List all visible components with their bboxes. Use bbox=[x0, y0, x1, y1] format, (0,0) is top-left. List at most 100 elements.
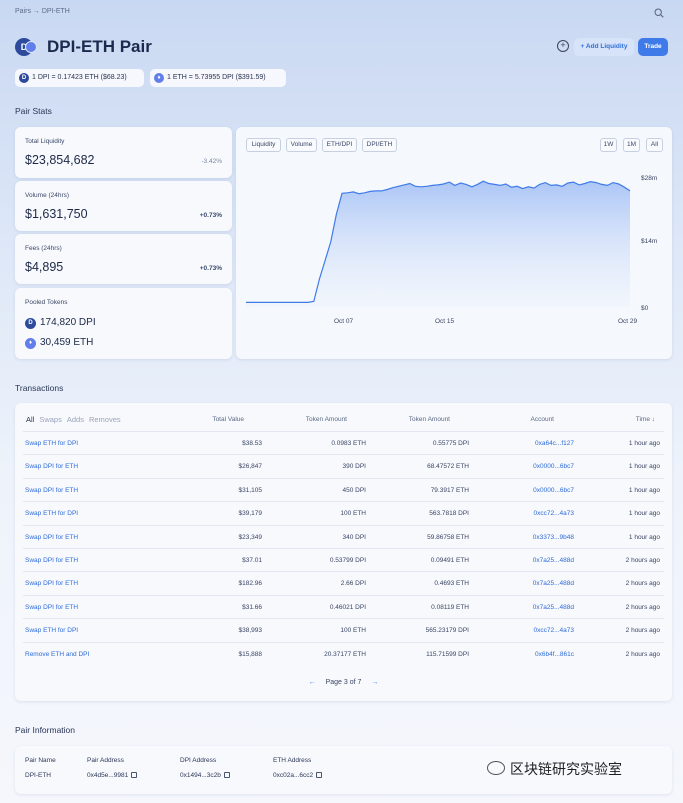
pair-info-heading: Pair Information bbox=[15, 725, 75, 735]
tx-account[interactable]: 0xcc72...4a73 bbox=[534, 627, 574, 634]
tx-time: 1 hour ago bbox=[628, 510, 660, 518]
page-indicator: Page 3 of 7 bbox=[325, 679, 362, 686]
tx-type[interactable]: Swap ETH for DPI bbox=[25, 440, 78, 447]
tx-token-amount-2: 115.71599 DPI bbox=[426, 650, 469, 658]
eth-icon: ♦ bbox=[25, 338, 36, 349]
tx-account[interactable]: 0x0000...6bc7 bbox=[533, 463, 574, 470]
tx-total-value: $23,349 bbox=[238, 533, 263, 541]
filter-adds[interactable]: Adds bbox=[67, 415, 84, 424]
header-account[interactable]: Account bbox=[531, 416, 555, 423]
tx-total-value: $38,993 bbox=[238, 627, 263, 635]
prev-page-arrow[interactable]: ← bbox=[309, 679, 316, 686]
tx-token-amount-2: 68.47572 ETH bbox=[427, 463, 469, 471]
table-row: Swap DPI for ETH $37.01 0.53799 DPI 0.09491… bbox=[23, 548, 664, 571]
tx-token-amount-1: 100 ETH bbox=[340, 510, 366, 518]
watermark: 区块链研究实验室 bbox=[487, 759, 622, 779]
tx-time: 1 hour ago bbox=[628, 486, 660, 494]
tx-token-amount-1: 0.0983 ETH bbox=[331, 440, 366, 447]
stat-label: Total Liquidity bbox=[25, 138, 65, 145]
tx-account[interactable]: 0x6b4f...861c bbox=[535, 651, 574, 658]
pooled-token-eth: ♦ 30,459 ETH bbox=[25, 337, 93, 349]
tx-account[interactable]: 0x0000...6bc7 bbox=[533, 487, 574, 494]
info-pair-address: Pair Address 0x4d5e...9981 bbox=[87, 757, 138, 779]
dpi-icon: D bbox=[25, 318, 36, 329]
tx-account[interactable]: 0xa64c...f127 bbox=[535, 440, 574, 447]
wechat-icon bbox=[487, 761, 505, 775]
tx-account[interactable]: 0x3373...9b48 bbox=[533, 534, 574, 541]
tx-account[interactable]: 0xcc72...4a73 bbox=[534, 510, 574, 517]
x-tick-label: Oct 07 bbox=[334, 318, 354, 325]
tx-type[interactable]: Swap DPI for ETH bbox=[25, 463, 78, 470]
table-row: Swap DPI for ETH $31,105 450 DPI 79.3917 ET… bbox=[23, 477, 664, 501]
header-total-value[interactable]: Total Value bbox=[212, 416, 244, 423]
tx-type[interactable]: Swap DPI for ETH bbox=[25, 487, 78, 494]
table-row: Swap ETH for DPI $39,179 100 ETH 563.7818 D… bbox=[23, 501, 664, 524]
tx-filters: All Swaps Adds Removes bbox=[26, 415, 126, 424]
tx-type[interactable]: Swap ETH for DPI bbox=[25, 510, 78, 517]
liquidity-chart-card: Liquidity Volume ETH/DPI DPI/ETH 1W 1M A… bbox=[236, 127, 672, 359]
tx-token-amount-2: 0.4693 ETH bbox=[434, 580, 469, 588]
info-dpi-address: DPI Address 0x1494...3c2b bbox=[180, 757, 230, 779]
transactions-heading: Transactions bbox=[15, 383, 64, 393]
dpi-icon: D bbox=[19, 73, 29, 83]
tx-token-amount-2: 0.09491 ETH bbox=[430, 557, 469, 564]
table-row: Swap DPI for ETH $23,349 340 DPI 59.86758 E… bbox=[23, 524, 664, 548]
copy-icon[interactable] bbox=[316, 772, 323, 779]
next-page-arrow[interactable]: → bbox=[371, 679, 378, 686]
tx-type[interactable]: Swap DPI for ETH bbox=[25, 557, 78, 564]
tx-token-amount-2: 79.3917 ETH bbox=[430, 486, 469, 494]
pair-stats-heading: Pair Stats bbox=[15, 106, 52, 116]
eth-rate-chip: ♦ 1 ETH = 5.73955 DPI ($391.59) bbox=[150, 69, 286, 87]
trade-button[interactable]: Trade bbox=[638, 38, 668, 56]
tx-type[interactable]: Swap DPI for ETH bbox=[25, 534, 78, 541]
header-token-amount-1[interactable]: Token Amount bbox=[306, 416, 347, 423]
copy-icon[interactable] bbox=[223, 772, 230, 779]
tx-total-value: $31,105 bbox=[238, 486, 263, 494]
filter-removes[interactable]: Removes bbox=[89, 415, 121, 424]
add-liquidity-button[interactable]: + Add Liquidity bbox=[574, 38, 634, 56]
plus-circle-icon[interactable]: + bbox=[557, 40, 569, 52]
tx-total-value: $26,847 bbox=[238, 463, 263, 471]
tx-account[interactable]: 0x7a25...488d bbox=[533, 557, 574, 564]
tx-token-amount-2: 0.08119 ETH bbox=[431, 603, 469, 611]
header-time[interactable]: Time ↓ bbox=[636, 416, 655, 423]
tx-type[interactable]: Swap ETH for DPI bbox=[25, 627, 78, 634]
tx-account[interactable]: 0x7a25...488d bbox=[533, 604, 574, 611]
stat-label: Volume (24hrs) bbox=[25, 192, 70, 199]
tx-account[interactable]: 0x7a25...488d bbox=[533, 580, 574, 587]
tx-total-value: $38.53 bbox=[242, 440, 262, 447]
tx-token-amount-1: 0.46021 DPI bbox=[329, 603, 366, 611]
header-token-amount-2[interactable]: Token Amount bbox=[409, 416, 450, 423]
eth-icon: ♦ bbox=[154, 73, 164, 83]
tx-token-amount-1: 2.66 DPI bbox=[340, 580, 366, 588]
tx-token-amount-2: 563.7818 DPI bbox=[429, 510, 469, 518]
tx-token-amount-1: 0.53799 DPI bbox=[329, 557, 366, 564]
tx-time: 1 hour ago bbox=[628, 533, 660, 541]
tx-token-amount-2: 565.23179 DPI bbox=[425, 627, 469, 635]
tx-type[interactable]: Swap DPI for ETH bbox=[25, 580, 78, 587]
filter-swaps[interactable]: Swaps bbox=[39, 415, 62, 424]
stat-value: $23,854,682 bbox=[25, 153, 95, 167]
table-row: Swap DPI for ETH $182.96 2.66 DPI 0.4693 ET… bbox=[23, 571, 664, 594]
tx-token-amount-1: 100 ETH bbox=[340, 627, 366, 635]
tx-token-amount-2: 59.86758 ETH bbox=[427, 533, 469, 541]
stat-card-volume: Volume (24hrs) $1,631,750 +0.73% bbox=[15, 181, 232, 231]
stat-card-pooled-tokens: Pooled Tokens D 174,820 DPI ♦ 30,459 ETH bbox=[15, 288, 232, 359]
liquidity-area-chart[interactable]: $28m $14m $0 Oct 07 Oct 15 Oct 29 bbox=[236, 127, 672, 359]
copy-icon[interactable] bbox=[131, 772, 138, 779]
filter-all[interactable]: All bbox=[26, 415, 34, 424]
tx-time: 2 hours ago bbox=[625, 557, 660, 564]
stat-change: +0.73% bbox=[199, 212, 222, 219]
tx-total-value: $31.66 bbox=[242, 603, 262, 611]
stat-change: -3.42% bbox=[201, 158, 222, 165]
tx-token-amount-1: 390 DPI bbox=[342, 463, 367, 471]
search-icon[interactable] bbox=[654, 8, 664, 21]
y-tick-label: $0 bbox=[641, 305, 649, 312]
tx-type[interactable]: Swap DPI for ETH bbox=[25, 604, 78, 611]
tx-token-amount-2: 0.55775 DPI bbox=[432, 440, 469, 447]
breadcrumb[interactable]: Pairs → DPI-ETH bbox=[15, 8, 70, 15]
tx-type[interactable]: Remove ETH and DPI bbox=[25, 651, 89, 658]
table-row: Remove ETH and DPI $15,888 20.37177 ETH 115… bbox=[23, 641, 664, 665]
dpi-rate-text: 1 DPI = 0.17423 ETH ($68.23) bbox=[32, 74, 127, 81]
tx-token-amount-1: 340 DPI bbox=[342, 533, 367, 541]
